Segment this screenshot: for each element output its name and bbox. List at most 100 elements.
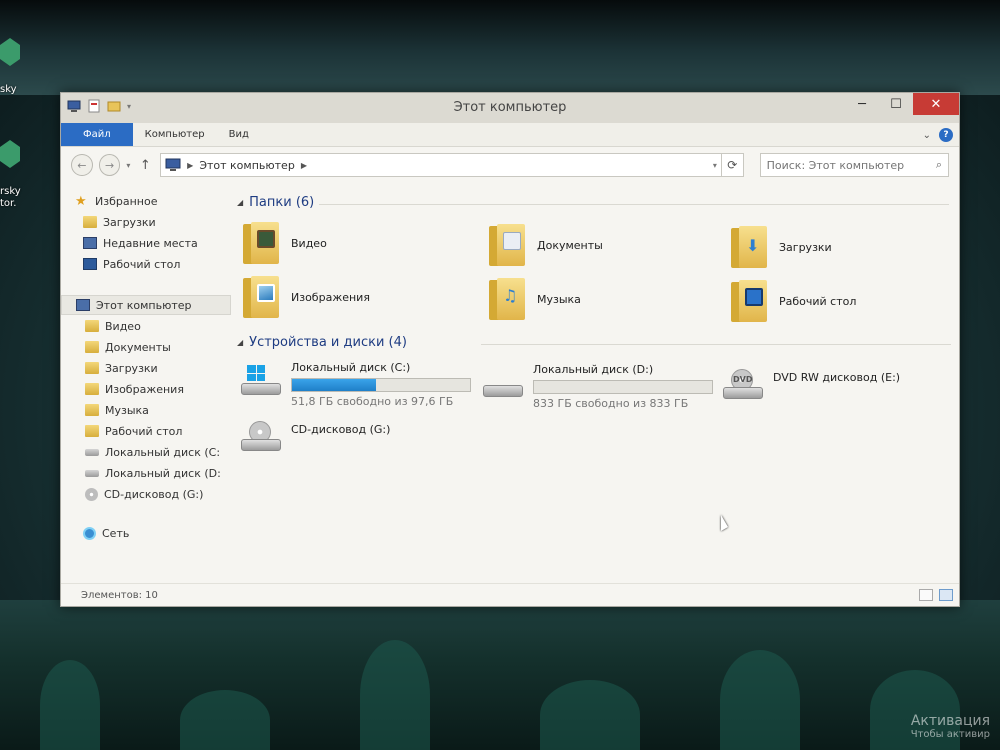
nav-item-cd-drive[interactable]: CD-дисковод (G:) bbox=[61, 484, 231, 504]
pictures-folder-icon bbox=[241, 274, 281, 320]
desktop-kaspersky-tool-icon[interactable] bbox=[0, 140, 20, 168]
nav-item-documents[interactable]: Документы bbox=[61, 337, 231, 357]
nav-item-video[interactable]: Видео bbox=[61, 316, 231, 336]
collapse-arrow-icon[interactable]: ◢ bbox=[237, 198, 243, 207]
drive-usage-bar bbox=[533, 380, 713, 394]
video-folder-icon bbox=[241, 220, 281, 266]
search-icon[interactable]: ⌕ bbox=[936, 158, 942, 172]
drive-usage-fill bbox=[292, 379, 376, 391]
windows-drive-icon bbox=[239, 365, 283, 399]
nav-item-desktop[interactable]: Рабочий стол bbox=[61, 421, 231, 441]
window-title: Этот компьютер bbox=[453, 100, 567, 115]
pictures-folder-icon bbox=[85, 383, 99, 395]
grass-shape bbox=[540, 680, 640, 750]
item-count: Элементов: 10 bbox=[81, 590, 158, 601]
desktop-icon bbox=[83, 258, 97, 270]
section-divider bbox=[481, 344, 951, 345]
search-input[interactable] bbox=[766, 158, 936, 172]
details-view-icon[interactable] bbox=[919, 589, 933, 601]
section-divider bbox=[319, 204, 949, 205]
folders-section-header[interactable]: ◢ Папки (6) bbox=[237, 195, 314, 210]
tab-view[interactable]: Вид bbox=[217, 123, 261, 146]
nav-this-pc[interactable]: Этот компьютер bbox=[61, 295, 231, 315]
content-pane: ◢ Папки (6) Видео Документы Загрузки Изо… bbox=[231, 183, 959, 583]
computer-icon bbox=[165, 158, 181, 171]
devices-section-header[interactable]: ◢ Устройства и диски (4) bbox=[237, 335, 407, 350]
close-button[interactable]: ✕ bbox=[913, 93, 959, 115]
ribbon-controls: ⌄ ? bbox=[923, 128, 953, 142]
nav-item-pictures[interactable]: Изображения bbox=[61, 379, 231, 399]
minimize-button[interactable]: ─ bbox=[845, 93, 879, 115]
nav-item-downloads[interactable]: Загрузки bbox=[61, 358, 231, 378]
title-bar[interactable]: ▾ Этот компьютер ─ ☐ ✕ bbox=[61, 93, 959, 123]
up-button[interactable]: ↑ bbox=[136, 158, 154, 173]
desktop-background-top bbox=[0, 0, 1000, 95]
grass-shape bbox=[360, 640, 430, 750]
grass-shape bbox=[720, 650, 800, 750]
cd-drive-icon bbox=[85, 487, 98, 501]
view-switcher bbox=[919, 589, 953, 601]
folder-tile-downloads[interactable]: Загрузки bbox=[729, 219, 832, 275]
nav-item-desktop[interactable]: Рабочий стол bbox=[61, 254, 231, 274]
folder-tile-desktop[interactable]: Рабочий стол bbox=[729, 273, 856, 329]
breadcrumb-separator-icon[interactable]: ▶ bbox=[187, 161, 193, 170]
tab-computer[interactable]: Компьютер bbox=[133, 123, 217, 146]
recent-places-icon bbox=[83, 237, 97, 249]
desktop-folder-icon bbox=[729, 278, 769, 324]
drive-usage-bar bbox=[291, 378, 471, 392]
cd-drive-icon bbox=[239, 421, 283, 455]
tab-file[interactable]: Файл bbox=[61, 123, 133, 146]
navigation-pane: ★ Избранное Загрузки Недавние места Рабо… bbox=[61, 183, 231, 583]
star-icon: ★ bbox=[75, 193, 87, 209]
nav-item-drive-d[interactable]: Локальный диск (D: bbox=[61, 463, 231, 483]
drive-tile-d[interactable]: Локальный диск (D:) 833 ГБ свободно из 8… bbox=[481, 361, 713, 410]
forward-button[interactable]: → bbox=[98, 154, 121, 176]
hard-drive-icon bbox=[85, 469, 99, 477]
ribbon-tabs: Файл Компьютер Вид ⌄ ? bbox=[61, 123, 959, 147]
desktop-background-bottom bbox=[0, 600, 1000, 750]
search-box[interactable]: ⌕ bbox=[759, 153, 949, 177]
grass-shape bbox=[40, 660, 100, 750]
back-button[interactable]: ← bbox=[71, 154, 93, 176]
folder-tile-video[interactable]: Видео bbox=[241, 215, 327, 271]
nav-item-music[interactable]: Музыка bbox=[61, 400, 231, 420]
video-folder-icon bbox=[85, 320, 99, 332]
mouse-cursor-icon bbox=[721, 515, 728, 531]
folder-tile-documents[interactable]: Документы bbox=[487, 217, 603, 273]
refresh-button[interactable]: ⟳ bbox=[721, 153, 744, 177]
breadcrumb-separator-icon[interactable]: ▶ bbox=[301, 161, 307, 170]
music-folder-icon bbox=[85, 404, 99, 416]
drive-tile-cd[interactable]: CD-дисковод (G:) bbox=[239, 415, 390, 455]
nav-item-downloads[interactable]: Загрузки bbox=[61, 212, 231, 232]
collapse-arrow-icon[interactable]: ◢ bbox=[237, 338, 243, 347]
maximize-button[interactable]: ☐ bbox=[879, 93, 913, 115]
nav-item-drive-c[interactable]: Локальный диск (C: bbox=[61, 442, 231, 462]
music-folder-icon bbox=[487, 276, 527, 322]
dvd-drive-icon: DVD bbox=[721, 369, 765, 403]
desktop-icon-label: rsky tor. bbox=[0, 186, 21, 209]
nav-network[interactable]: Сеть bbox=[61, 523, 231, 543]
folder-tile-pictures[interactable]: Изображения bbox=[241, 269, 370, 325]
computer-icon bbox=[76, 299, 90, 311]
desktop-folder-icon bbox=[85, 425, 99, 437]
nav-item-recent-places[interactable]: Недавние места bbox=[61, 233, 231, 253]
nav-favorites[interactable]: ★ Избранное bbox=[61, 191, 231, 211]
drive-tile-dvd[interactable]: DVD DVD RW дисковод (E:) bbox=[721, 363, 900, 403]
documents-folder-icon bbox=[487, 222, 527, 268]
downloads-folder-icon bbox=[85, 362, 99, 374]
downloads-folder-icon bbox=[729, 224, 769, 270]
address-row: ← → ▾ ↑ ▶ Этот компьютер ▶ ▾ ⟳ ⌕ bbox=[61, 147, 959, 183]
expand-ribbon-chevron-icon[interactable]: ⌄ bbox=[923, 130, 931, 141]
tiles-view-icon[interactable] bbox=[939, 589, 953, 601]
breadcrumb-this-pc[interactable]: Этот компьютер bbox=[199, 159, 295, 172]
documents-folder-icon bbox=[85, 341, 99, 353]
folder-tile-music[interactable]: Музыка bbox=[487, 271, 581, 327]
network-icon bbox=[83, 526, 96, 540]
help-icon[interactable]: ? bbox=[939, 128, 953, 142]
drive-tile-c[interactable]: Локальный диск (C:) 51,8 ГБ свободно из … bbox=[239, 359, 471, 408]
address-history-chevron-icon[interactable]: ▾ bbox=[713, 161, 717, 170]
address-bar[interactable]: ▶ Этот компьютер ▶ ▾ bbox=[160, 153, 722, 177]
grass-shape bbox=[180, 690, 270, 750]
downloads-folder-icon bbox=[83, 216, 97, 228]
recent-locations-chevron-icon[interactable]: ▾ bbox=[126, 161, 130, 170]
